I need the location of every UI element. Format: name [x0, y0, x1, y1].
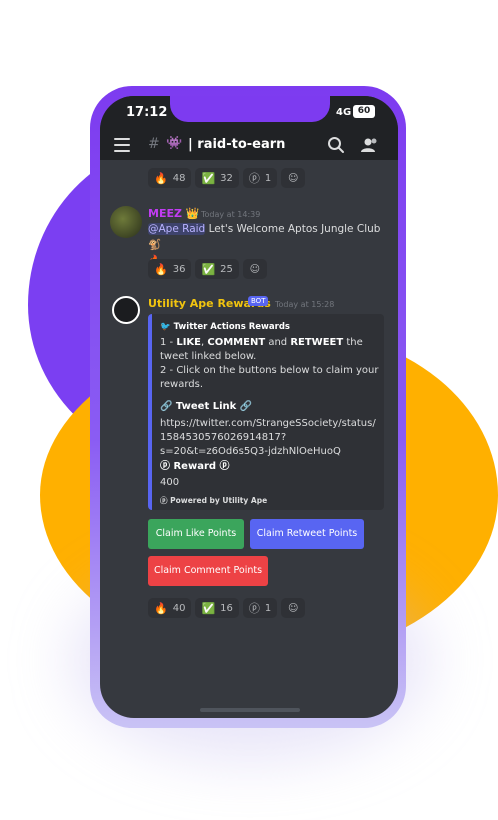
bot-avatar[interactable] — [112, 296, 140, 324]
check-icon: ✅ — [201, 601, 216, 615]
meez-author[interactable]: MEEZ 👑 — [148, 207, 200, 220]
bot-badge: BOT — [248, 296, 269, 306]
add-reaction-button[interactable]: ☺ — [281, 168, 306, 188]
home-indicator — [200, 708, 300, 712]
reaction-count: 25 — [220, 263, 233, 275]
channel-header: # 👾 | raid-to-earn — [100, 130, 398, 160]
claim-like-button[interactable]: Claim Like Points — [148, 519, 244, 549]
phone-screen: 17:12 4G 60 # 👾 | raid-to-earn 🔥 48 ✅ 32… — [100, 96, 398, 718]
menu-icon[interactable] — [114, 138, 130, 152]
reaction-check[interactable]: ✅ 25 — [195, 259, 239, 279]
ape-raid-mention[interactable]: @Ape Raid — [148, 223, 206, 235]
bot-timestamp: Today at 15:28 — [275, 300, 335, 309]
reaction-fire[interactable]: 🔥 36 — [148, 259, 192, 279]
tweet-url-line2[interactable]: 1584530576026914817? — [160, 431, 286, 445]
reaction-points[interactable]: ⓟ 1 — [242, 598, 278, 618]
embed-footer: ⓟ Powered by Utility Ape — [160, 496, 268, 505]
embed-header: 🐦 Twitter Actions Rewards — [160, 322, 290, 332]
status-time: 17:12 — [126, 105, 168, 120]
reaction-check[interactable]: ✅ 16 — [195, 598, 239, 618]
claim-comment-button[interactable]: Claim Comment Points — [148, 556, 268, 586]
network-indicator: 4G — [336, 107, 352, 118]
reaction-points[interactable]: ⓟ 1 — [242, 168, 278, 188]
reaction-check[interactable]: ✅ 32 — [195, 168, 239, 188]
points-icon: ⓟ — [248, 172, 260, 185]
add-reaction-icon: ☺ — [288, 602, 299, 614]
reward-title: ⓟ Reward ⓟ — [160, 461, 230, 472]
meez-reactions: 🔥 36 ✅ 25 ☺ — [148, 259, 267, 279]
reward-value: 400 — [160, 477, 180, 488]
embed-line2b: rewards. — [160, 379, 204, 390]
status-bar: 17:12 4G 60 — [100, 96, 398, 130]
reaction-count: 1 — [264, 172, 272, 184]
battery-icon: 60 — [353, 105, 375, 118]
embed-line1b: tweet linked below. — [160, 351, 257, 362]
search-icon[interactable] — [327, 136, 345, 154]
add-reaction-button[interactable]: ☺ — [281, 598, 306, 618]
tweet-link-title: 🔗 Tweet Link 🔗 — [160, 401, 253, 412]
phone-notch — [170, 96, 330, 122]
embed-line1: 1 - LIKE, COMMENT and RETWEET the — [160, 337, 363, 348]
reaction-fire[interactable]: 🔥 40 — [148, 598, 192, 618]
add-reaction-button[interactable]: ☺ — [242, 259, 267, 279]
points-icon: ⓟ — [248, 602, 260, 615]
fire-icon: 🔥 — [154, 171, 168, 185]
reaction-count: 48 — [172, 172, 186, 184]
channel-emoji: 👾 — [166, 136, 183, 151]
bot-reactions: 🔥 40 ✅ 16 ⓟ 1 ☺ — [148, 598, 306, 618]
fire-icon: 🔥 — [154, 262, 168, 276]
tweet-url-line1[interactable]: https://twitter.com/StrangeSSociety/stat… — [160, 417, 376, 431]
embed-line2: 2 - Click on the buttons below to claim … — [160, 365, 379, 376]
channel-name: | raid-to-earn — [188, 137, 286, 152]
check-icon: ✅ — [201, 262, 216, 276]
reaction-count: 36 — [172, 263, 186, 275]
fire-icon: 🔥 — [154, 601, 168, 615]
embed-card: 🐦 Twitter Actions Rewards 1 - LIKE, COMM… — [148, 314, 384, 510]
tweet-url-line3[interactable]: s=20&t=z6Od6s5Q3-jdzhNlOeHuoQ — [160, 445, 341, 459]
meez-avatar[interactable] — [110, 206, 142, 238]
twitter-icon: 🐦 — [160, 322, 171, 332]
points-icon: ⓟ — [160, 496, 168, 505]
reaction-count: 1 — [264, 602, 272, 614]
meez-timestamp: Today at 14:39 — [201, 210, 261, 219]
reaction-row-top: 🔥 48 ✅ 32 ⓟ 1 ☺ — [148, 168, 306, 188]
reaction-fire[interactable]: 🔥 48 — [148, 168, 192, 188]
claim-retweet-button[interactable]: Claim Retweet Points — [250, 519, 364, 549]
add-reaction-icon: ☺ — [288, 172, 299, 184]
reaction-count: 16 — [220, 602, 233, 614]
members-icon[interactable] — [360, 136, 380, 154]
check-icon: ✅ — [201, 171, 216, 185]
add-reaction-icon: ☺ — [249, 263, 261, 275]
channel-hash-icon: # — [148, 136, 160, 152]
reaction-count: 40 — [172, 602, 186, 614]
reaction-count: 32 — [220, 172, 233, 184]
